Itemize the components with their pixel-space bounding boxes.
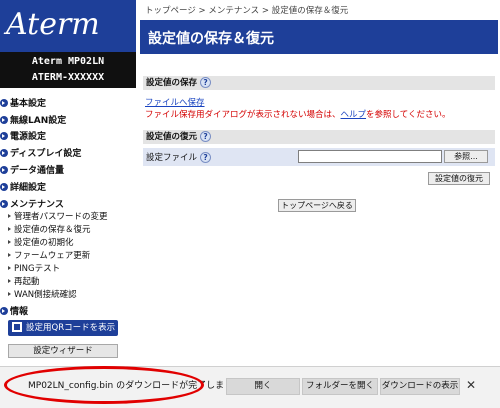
setup-wizard-button[interactable]: 設定ウィザード [8,344,118,358]
sidebar-item-label: 設定値の初期化 [14,238,74,248]
sidebar-item-ping[interactable]: PINGテスト [8,262,60,274]
aterm-logo: Aterm [0,0,136,52]
nav-info[interactable]: 情報 [0,304,28,317]
save-heading-label: 設定値の保存 [146,78,198,88]
model-box: Aterm MP02LN ATERM-XXXXXX [0,52,136,88]
triangle-right-icon [8,240,11,244]
restore-heading-label: 設定値の復元 [146,132,198,142]
arrow-circle-icon [0,183,8,191]
help-icon[interactable]: ? [200,77,212,88]
nav-data[interactable]: データ通信量 [0,163,64,176]
nav-detail-label: 詳細設定 [10,183,47,193]
triangle-right-icon [8,279,11,283]
settings-file-label-text: 設定ファイル [146,153,198,163]
open-folder-button[interactable]: フォルダーを開く [302,378,378,395]
triangle-right-icon [8,227,11,231]
sidebar-item-initialize[interactable]: 設定値の初期化 [8,236,74,248]
arrow-circle-icon [0,307,8,315]
sidebar-item-label: ファームウェア更新 [14,251,91,261]
save-warning: ファイル保存用ダイアログが表示されない場合は、ヘルプを参照してください。 [145,108,451,120]
restore-section-heading: 設定値の復元? [143,130,495,144]
help-icon[interactable]: ? [200,152,212,163]
triangle-right-icon [8,253,11,257]
nav-power[interactable]: 電源設定 [0,129,46,142]
arrow-circle-icon [0,132,8,140]
settings-file-input[interactable] [298,150,442,163]
restore-settings-button[interactable]: 設定値の復元 [428,172,490,185]
close-icon[interactable]: ✕ [466,378,476,392]
sidebar-item-save-restore[interactable]: 設定値の保存＆復元 [8,223,91,235]
nav-wlan[interactable]: 無線LAN設定 [0,113,66,126]
page-title: 設定値の保存＆復元 [148,31,274,47]
sidebar-item-label: 管理者パスワードの変更 [14,212,108,222]
arrow-circle-icon [0,116,8,124]
sidebar-item-reboot[interactable]: 再起動 [8,275,40,287]
arrow-circle-icon [0,149,8,157]
nav-wlan-label: 無線LAN設定 [10,116,67,126]
sidebar: Aterm Aterm MP02LN ATERM-XXXXXX 基本設定 無線L… [0,0,136,408]
qr-button-label: 設定用QRコードを表示 [26,323,116,333]
sidebar-item-label: 再起動 [14,277,40,287]
nav-display-label: ディスプレイ設定 [10,149,82,159]
open-button[interactable]: 開く [226,378,300,395]
nav-display[interactable]: ディスプレイ設定 [0,146,81,159]
logo-text: Aterm [6,7,100,42]
browse-button[interactable]: 参照... [444,150,488,163]
annotation-ellipse [4,366,204,404]
warning-text-after: を参照してください。 [366,110,451,120]
sidebar-item-password[interactable]: 管理者パスワードの変更 [8,210,108,222]
warning-text-before: ファイル保存用ダイアログが表示されない場合は、 [145,110,341,120]
nav-maintenance-label: メンテナンス [10,200,64,210]
nav-info-label: 情報 [10,307,29,317]
save-section-heading: 設定値の保存? [143,76,495,90]
breadcrumb: トップページ > メンテナンス > 設定値の保存＆復元 [145,6,349,16]
model-name: Aterm MP02LN [31,56,105,67]
triangle-right-icon [8,292,11,296]
sidebar-item-label: 設定値の保存＆復元 [14,225,91,235]
nav-power-label: 電源設定 [10,132,47,142]
page-title-bar: 設定値の保存＆復元 [140,20,498,54]
sidebar-item-label: WAN側接続確認 [14,290,77,300]
qr-code-icon [12,322,22,332]
arrow-circle-icon [0,166,8,174]
device-id: ATERM-XXXXXX [31,72,105,83]
arrow-circle-icon [0,99,8,107]
sidebar-item-wan-check[interactable]: WAN側接続確認 [8,288,77,300]
show-qr-code-button[interactable]: 設定用QRコードを表示 [8,320,118,336]
sidebar-item-firmware[interactable]: ファームウェア更新 [8,249,90,261]
nav-maintenance[interactable]: メンテナンス [0,197,64,210]
help-icon[interactable]: ? [200,131,212,142]
save-to-file-link[interactable]: ファイルへ保存 [145,96,205,108]
help-link[interactable]: ヘルプ [341,110,367,120]
sidebar-item-label: PINGテスト [14,264,61,274]
nav-data-label: データ通信量 [10,166,65,176]
triangle-right-icon [8,214,11,218]
settings-file-label: 設定ファイル? [146,151,212,163]
show-downloads-button[interactable]: ダウンロードの表示 [380,378,460,395]
nav-basic-label: 基本設定 [10,99,47,109]
nav-basic[interactable]: 基本設定 [0,96,46,109]
nav-detail[interactable]: 詳細設定 [0,180,46,193]
arrow-circle-icon [0,200,8,208]
triangle-right-icon [8,266,11,270]
back-to-top-button[interactable]: トップページへ戻る [278,199,356,212]
